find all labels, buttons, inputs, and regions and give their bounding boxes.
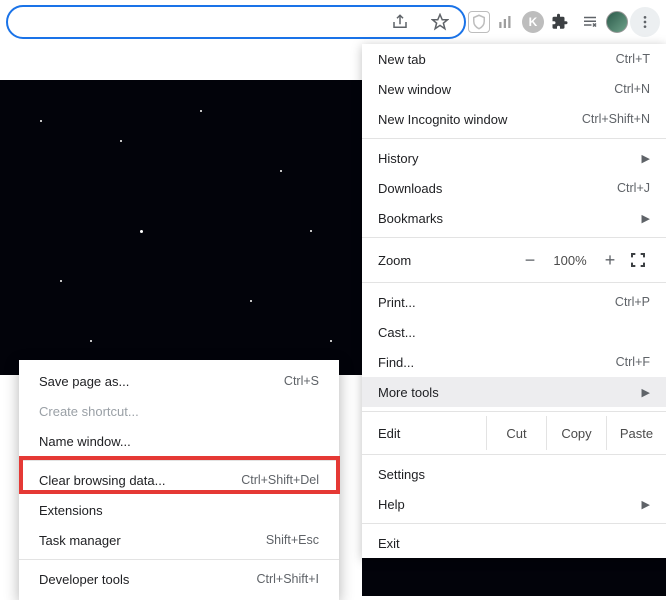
menu-more-tools[interactable]: More tools ▶: [362, 377, 666, 407]
menu-shortcut: Ctrl+T: [616, 52, 650, 66]
menu-label: New tab: [378, 52, 616, 67]
zoom-in-button[interactable]: +: [598, 251, 622, 269]
menu-label: Bookmarks: [378, 211, 642, 226]
menu-settings[interactable]: Settings: [362, 459, 666, 489]
page-content-dark: [0, 80, 362, 375]
menu-zoom-row: Zoom − 100% +: [362, 242, 666, 278]
submenu-clear-browsing-data[interactable]: Clear browsing data... Ctrl+Shift+Del: [19, 465, 339, 495]
share-icon[interactable]: [386, 8, 414, 36]
zoom-out-button[interactable]: −: [518, 251, 542, 269]
edit-label: Edit: [362, 426, 486, 441]
submenu-extensions[interactable]: Extensions: [19, 495, 339, 525]
edit-paste-button[interactable]: Paste: [606, 416, 666, 450]
submenu-arrow-icon: ▶: [642, 386, 650, 399]
menu-label: Developer tools: [39, 572, 256, 587]
menu-bookmarks[interactable]: Bookmarks ▶: [362, 203, 666, 233]
profile-avatar[interactable]: [606, 11, 628, 33]
menu-history[interactable]: History ▶: [362, 143, 666, 173]
menu-label: Print...: [378, 295, 615, 310]
edit-copy-button[interactable]: Copy: [546, 416, 606, 450]
menu-shortcut: Ctrl+Shift+I: [256, 572, 319, 586]
menu-separator: [362, 138, 666, 139]
zoom-label: Zoom: [378, 253, 514, 268]
menu-label: Extensions: [39, 503, 319, 518]
menu-label: Name window...: [39, 434, 319, 449]
menu-shortcut: Ctrl+S: [284, 374, 319, 388]
menu-label: Exit: [378, 536, 650, 551]
menu-shortcut: Shift+Esc: [266, 533, 319, 547]
menu-cast[interactable]: Cast...: [362, 317, 666, 347]
extension-shield-icon[interactable]: [468, 11, 490, 33]
extensions-puzzle-icon[interactable]: [546, 8, 574, 36]
menu-find[interactable]: Find... Ctrl+F: [362, 347, 666, 377]
menu-label: Settings: [378, 467, 650, 482]
menu-label: Cast...: [378, 325, 650, 340]
edit-cut-button[interactable]: Cut: [486, 416, 546, 450]
fullscreen-button[interactable]: [626, 252, 650, 268]
star-icon[interactable]: [426, 8, 454, 36]
menu-label: Downloads: [378, 181, 617, 196]
menu-separator: [362, 282, 666, 283]
menu-separator: [362, 454, 666, 455]
menu-new-tab[interactable]: New tab Ctrl+T: [362, 44, 666, 74]
submenu-arrow-icon: ▶: [642, 498, 650, 511]
menu-edit-row: Edit Cut Copy Paste: [362, 416, 666, 450]
menu-separator: [362, 411, 666, 412]
browser-toolbar: K: [0, 0, 666, 44]
submenu-create-shortcut: Create shortcut...: [19, 396, 339, 426]
menu-label: More tools: [378, 385, 642, 400]
menu-shortcut: Ctrl+F: [616, 355, 650, 369]
menu-exit[interactable]: Exit: [362, 528, 666, 558]
menu-shortcut: Ctrl+Shift+N: [582, 112, 650, 126]
chrome-menu-button[interactable]: [630, 7, 660, 37]
menu-separator: [362, 237, 666, 238]
menu-separator: [362, 523, 666, 524]
submenu-task-manager[interactable]: Task manager Shift+Esc: [19, 525, 339, 555]
menu-label: Find...: [378, 355, 616, 370]
omnibox[interactable]: [6, 5, 466, 39]
zoom-value: 100%: [546, 253, 594, 268]
menu-label: Clear browsing data...: [39, 473, 241, 488]
menu-shortcut: Ctrl+Shift+Del: [241, 473, 319, 487]
extension-k-icon[interactable]: K: [522, 11, 544, 33]
menu-label: Task manager: [39, 533, 266, 548]
reading-list-icon[interactable]: [576, 8, 604, 36]
menu-new-window[interactable]: New window Ctrl+N: [362, 74, 666, 104]
submenu-name-window[interactable]: Name window...: [19, 426, 339, 456]
menu-shortcut: Ctrl+J: [617, 181, 650, 195]
menu-label: New window: [378, 82, 614, 97]
menu-shortcut: Ctrl+P: [615, 295, 650, 309]
more-tools-submenu: Save page as... Ctrl+S Create shortcut..…: [19, 360, 339, 600]
extension-chart-icon[interactable]: [492, 8, 520, 36]
menu-separator: [19, 559, 339, 560]
menu-label: History: [378, 151, 642, 166]
menu-label: Help: [378, 497, 642, 512]
menu-shortcut: Ctrl+N: [614, 82, 650, 96]
chrome-main-menu: New tab Ctrl+T New window Ctrl+N New Inc…: [362, 44, 666, 558]
menu-label: Create shortcut...: [39, 404, 319, 419]
menu-label: New Incognito window: [378, 112, 582, 127]
submenu-arrow-icon: ▶: [642, 152, 650, 165]
menu-downloads[interactable]: Downloads Ctrl+J: [362, 173, 666, 203]
menu-help[interactable]: Help ▶: [362, 489, 666, 519]
menu-separator: [19, 460, 339, 461]
submenu-arrow-icon: ▶: [642, 212, 650, 225]
submenu-save-page[interactable]: Save page as... Ctrl+S: [19, 366, 339, 396]
menu-label: Save page as...: [39, 374, 284, 389]
submenu-developer-tools[interactable]: Developer tools Ctrl+Shift+I: [19, 564, 339, 594]
menu-print[interactable]: Print... Ctrl+P: [362, 287, 666, 317]
menu-incognito[interactable]: New Incognito window Ctrl+Shift+N: [362, 104, 666, 134]
